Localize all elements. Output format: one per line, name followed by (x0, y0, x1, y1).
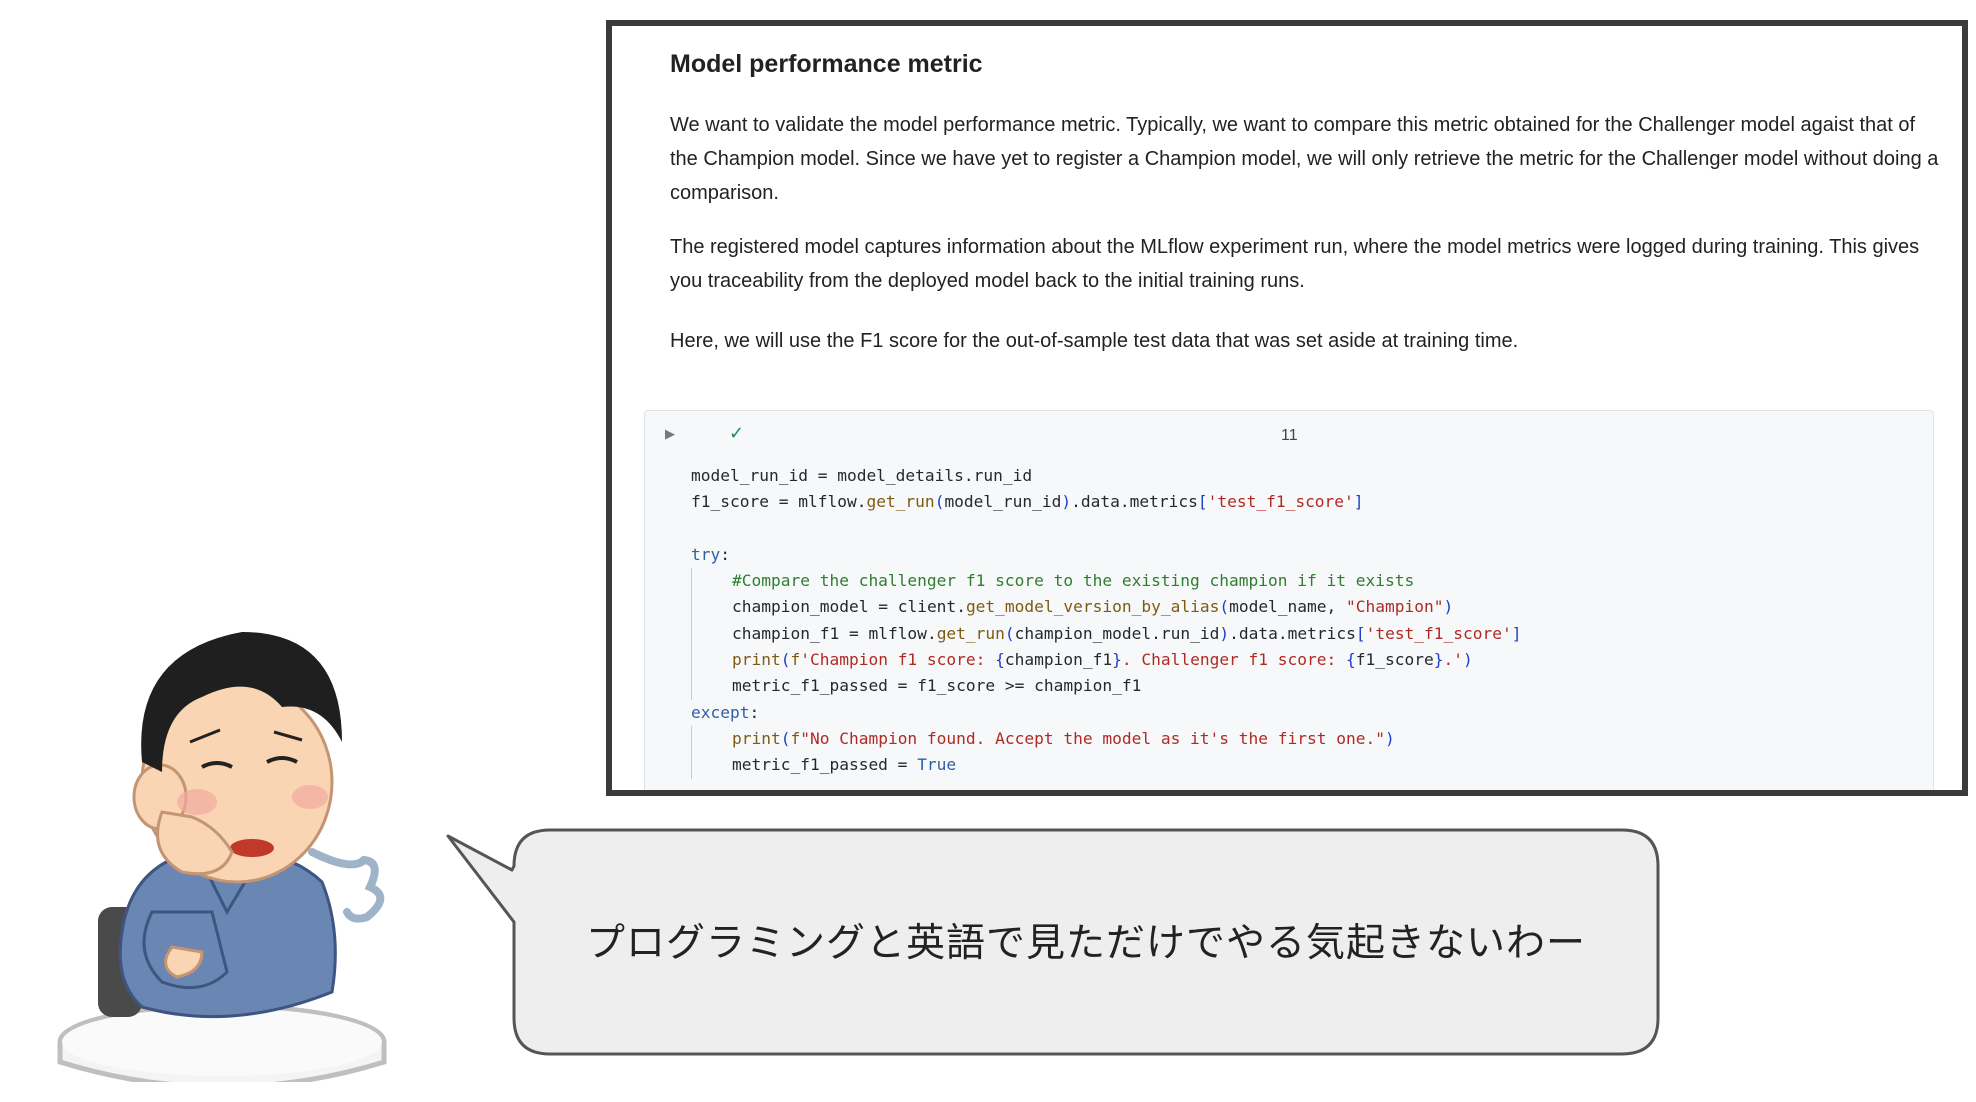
code-token: champion_model (732, 597, 869, 617)
code-token: : (720, 544, 730, 564)
code-token: client (897, 597, 957, 617)
code-token: . (856, 492, 867, 512)
code-token: data (1238, 623, 1278, 643)
code-token: #Compare the challenger f1 score to the … (732, 571, 1415, 591)
code-token: champion_f1 (1034, 676, 1142, 696)
code-token: mlflow (868, 623, 927, 643)
code-token: f1_score (691, 492, 769, 512)
code-token: ] (1353, 492, 1364, 512)
checkmark-icon: ✓ (729, 423, 745, 444)
code-token: model_name (1229, 597, 1327, 617)
code-token: model_run_id (691, 466, 808, 485)
code-token: run_id (1160, 623, 1220, 643)
code-token: ) (1443, 597, 1454, 617)
section-heading: Model performance metric (670, 50, 983, 78)
code-token: champion_model (1014, 623, 1152, 643)
paragraph-f1-score: Here, we will use the F1 score for the o… (670, 330, 1519, 352)
code-token: . (1151, 623, 1161, 643)
code-line-6: champion_model = client.get_model_versio… (691, 594, 1522, 622)
code-token: = (868, 597, 898, 617)
code-line-9: metric_f1_passed = f1_score >= champion_… (691, 673, 1522, 700)
code-token: . (956, 597, 966, 617)
code-line-5: #Compare the challenger f1 score to the … (691, 568, 1522, 595)
bored-man-at-desk-icon (57, 632, 387, 1082)
code-token: data (1080, 492, 1120, 512)
code-token: : (749, 702, 760, 722)
code-token: , (1326, 597, 1347, 617)
code-line-4: try: (691, 542, 1522, 568)
code-token: .' (1443, 650, 1463, 670)
code-token: f (790, 728, 801, 748)
code-token: model_run_id (944, 492, 1062, 512)
code-token: ( (934, 492, 945, 512)
code-token: = (807, 466, 838, 485)
code-token: ) (1219, 623, 1230, 643)
code-token: model_details (837, 466, 964, 485)
code-token: ) (1462, 650, 1473, 670)
code-line-8: print(f'Champion f1 score: {champion_f1}… (691, 647, 1522, 674)
code-token: metric_f1_passed (732, 676, 888, 696)
code-token: print (732, 650, 781, 670)
code-token: . (1229, 623, 1239, 643)
code-token: ( (1004, 623, 1015, 643)
code-line-11: print(f"No Champion found. Accept the mo… (691, 725, 1522, 753)
paragraph-validate-metric: We want to validate the model performanc… (670, 114, 1939, 204)
code-token: . (1119, 492, 1130, 512)
code-token: = (768, 492, 799, 512)
paragraph-traceability: The registered model captures informatio… (670, 236, 1920, 292)
code-token: [ (1197, 492, 1208, 512)
code-token: print (732, 728, 781, 748)
code-token: f1_score (1355, 650, 1434, 670)
code-token: get_model_version_by_alias (965, 597, 1220, 617)
play-triangle-icon[interactable]: ▶ (665, 427, 675, 442)
code-token: >= (995, 676, 1035, 696)
code-cell[interactable]: ▶ ✓ 11 model_run_id = model_details.run_… (644, 410, 1934, 790)
code-token: ) (1384, 728, 1395, 748)
code-token: try (691, 544, 721, 564)
code-token: 'Champion f1 score: (800, 650, 996, 670)
code-token: metric_f1_passed (732, 755, 888, 775)
code-token: metrics (1287, 623, 1356, 643)
code-token: . (926, 623, 937, 643)
code-token: 'test_f1_score' (1365, 623, 1512, 643)
code-token: 'test_f1_score' (1207, 492, 1354, 512)
code-token: True (917, 755, 957, 775)
code-editor[interactable]: model_run_id = model_details.run_id f1_sc… (691, 463, 1522, 779)
code-token: ] (1511, 623, 1522, 643)
code-token: champion_f1 (1004, 650, 1113, 670)
code-token: [ (1355, 623, 1366, 643)
code-token: f1_score (917, 676, 996, 696)
code-token: = (887, 676, 918, 696)
code-token: "Champion" (1346, 597, 1444, 617)
code-token: champion_f1 (732, 623, 840, 643)
code-token: get_run (866, 492, 935, 512)
code-token: { (995, 650, 1005, 670)
code-token: } (1112, 650, 1122, 670)
speech-bubble-text: プログラミングと英語で見ただけでやる気起きないわー (586, 921, 1587, 966)
execution-count: 11 (1281, 427, 1298, 444)
code-token: = (839, 623, 869, 643)
code-token: mlflow (798, 492, 857, 512)
code-token: ) (1061, 492, 1072, 512)
code-token: . (1277, 623, 1288, 643)
code-line-10: except: (691, 700, 1522, 726)
code-token: . (963, 466, 974, 485)
notebook-screenshot-panel: Model performance metric We want to vali… (606, 20, 1968, 796)
code-token: ( (1219, 597, 1230, 617)
code-token: run_id (973, 466, 1033, 485)
code-token: . Challenger f1 score: (1121, 650, 1347, 670)
code-token: metrics (1129, 492, 1198, 512)
code-token: get_run (936, 623, 1005, 643)
code-token: except (691, 702, 750, 722)
code-line-1: model_run_id = model_details.run_id (691, 463, 1522, 489)
code-line-2: f1_score = mlflow.get_run(model_run_id).… (691, 489, 1522, 515)
code-token: f (790, 650, 801, 670)
code-token: { (1346, 650, 1356, 670)
code-token: . (1071, 492, 1081, 512)
code-line-12: metric_f1_passed = True (691, 752, 1522, 779)
code-token: "No Champion found. Accept the model as … (800, 728, 1385, 748)
code-token: = (887, 755, 918, 775)
code-line-7: champion_f1 = mlflow.get_run(champion_mo… (691, 620, 1522, 648)
